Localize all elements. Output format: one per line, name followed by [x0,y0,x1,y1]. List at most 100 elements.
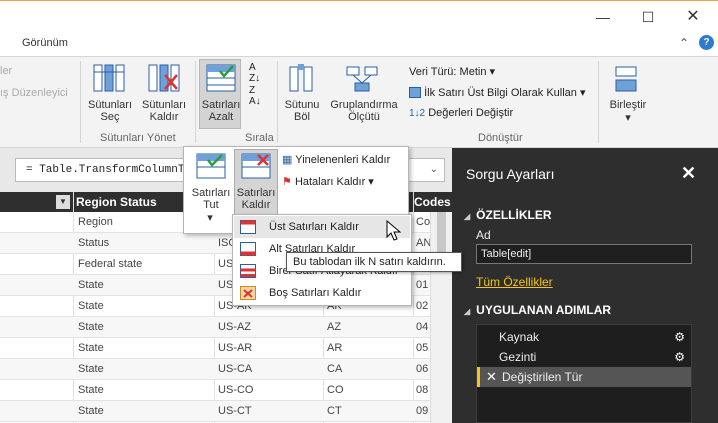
table-cell: 01 [416,279,429,291]
collapse-triangle-icon: ◢ [464,212,471,221]
replace-values-icon: 1↓2 [409,108,426,119]
remove-rows-label: Satırları Kaldır [236,187,276,211]
maximize-icon[interactable]: ☐ [633,7,663,27]
group-by-button[interactable]: Gruplandırma Ölçütü [328,99,400,123]
table-cell: AN [416,237,432,249]
remove-columns-icon [148,64,180,92]
menu-item-label: Boş Satırları Kaldır [269,287,362,299]
table-cell: US [218,258,234,270]
all-properties-link[interactable]: Tüm Özellikler [476,275,553,289]
table-cell: 02 [416,300,429,312]
vertical-scrollbar[interactable] [430,212,452,423]
table-row[interactable]: State US-AZ AZ 04 [0,317,430,338]
help-icon[interactable]: ? [699,35,714,50]
choose-columns-button[interactable]: Sütunları Seç [84,99,136,123]
keep-rows-icon [196,153,226,179]
table-cell: AZ [327,321,342,333]
sort-descending-icon[interactable]: Z A↓ [249,85,261,107]
remove-errors-label: Hataları Kaldır [294,176,366,188]
tooltip: Bu tablodan ilk N satırı kaldırın. [286,252,462,272]
split-column-icon [289,64,313,92]
table-cell: US-AR [218,342,253,354]
use-first-row-label: İlk Satırı Üst Bilgi Olarak Kullan [424,87,577,99]
close-icon[interactable]: ✕ [681,163,696,184]
gear-icon[interactable]: ⚙ [674,327,685,347]
remove-rows-icon [241,153,271,179]
step-label: Değiştirilen Tür [502,370,583,384]
table-row[interactable]: State US-CA CA 06 [0,359,430,380]
keep-rows-button[interactable]: Satırları Tut [188,187,234,211]
query-name-input[interactable]: Table[edit] [476,244,692,264]
table-row[interactable]: State US-AR AR 05 [0,338,430,359]
close-icon[interactable]: ✕ [678,7,708,27]
tab-view[interactable]: Görünüm [22,37,68,49]
remove-duplicates-button[interactable]: ▦ Yinelenenleri Kaldır [282,153,390,166]
remove-errors-button[interactable]: ⚑ Hataları Kaldır ▾ [282,175,374,188]
table-cell: State [78,405,104,417]
ribbon-partial-top[interactable]: ler [0,65,12,77]
errors-icon: ⚑ [282,176,292,188]
chevron-up-icon[interactable]: ⌃ [679,36,689,50]
use-first-row-button[interactable]: İlk Satırı Üst Bilgi Olarak Kullan ▾ [409,86,585,99]
remove-duplicates-label: Yinelenenleri Kaldır [295,154,391,166]
table-cell: State [78,363,104,375]
applied-steps-section[interactable]: ◢ UYGULANAN ADIMLAR [464,303,611,317]
filter-dropdown-icon[interactable]: ▼ [56,195,70,209]
menu-item-label: Üst Satırları Kaldır [269,221,359,233]
split-column-button[interactable]: Sütunu Böl [281,99,323,123]
step-changed-type[interactable]: ✕ Değiştirilen Tür [477,367,691,387]
menu-item-remove-blank-rows[interactable]: Boş Satırları Kaldır [234,282,410,304]
remove-columns-button[interactable]: Sütunları Kaldır [138,99,190,123]
transform-group-label: Dönüştür [478,132,523,144]
sort-ascending-icon[interactable]: A Z↓ [249,62,260,84]
ribbon: ler ış Düzenleyici Sütunları Seç Sütunla… [0,56,718,148]
mouse-cursor-icon [386,220,402,241]
data-type-dropdown[interactable]: Veri Türü: Metin ▾ [409,65,495,78]
table-cell: 09 [416,405,429,417]
replace-values-button[interactable]: 1↓2 Değerleri Değiştir [409,107,513,119]
combine-icon [615,66,637,92]
ribbon-partial-bottom[interactable]: ış Düzenleyici [0,87,68,99]
reduce-rows-icon [206,64,236,92]
table-row[interactable]: State US-CO CO 08 [0,380,430,401]
properties-section[interactable]: ◢ ÖZELLİKLER [464,208,551,222]
combine-button[interactable]: Birleştir [604,99,652,111]
menu-item-remove-top-rows[interactable]: Üst Satırları Kaldır [234,216,410,238]
table-cell: US-CO [218,384,254,396]
step-label: Gezinti [499,350,537,364]
table-cell: Region [78,216,113,228]
minimize-icon[interactable]: — [588,7,618,27]
table-cell: US-AZ [218,321,251,333]
table-cell: State [78,279,104,291]
reduce-rows-label: Satırları Azalt [201,99,241,123]
column-header-codes[interactable]: Codes [414,192,452,212]
step-label: Kaynak [499,330,540,344]
table-cell: Federal state [78,258,143,270]
gear-icon[interactable]: ⚙ [674,347,685,367]
table-cell: CO [327,384,344,396]
chevron-down-icon[interactable]: ⌄ [430,159,438,181]
table-row[interactable]: State US-CT CT 09 [0,401,430,422]
delete-step-icon[interactable]: ✕ [486,367,497,387]
name-label: Ad [476,228,491,242]
table-cell: Status [78,237,110,249]
collapse-triangle-icon: ◢ [464,307,471,316]
table-cell: CA [327,363,343,375]
remove-columns-label: Sütunları Kaldır [141,99,187,123]
table-cell: AR [327,342,343,354]
replace-values-label: Değerleri Değiştir [428,107,514,119]
applied-steps-list: Kaynak ⚙ Gezinti ⚙ ✕ Değiştirilen Tür [476,324,692,423]
sort-group-label: Sırala [245,132,274,144]
first-row-icon [409,87,421,98]
query-settings-pane: Sorgu Ayarları ✕ ◢ ÖZELLİKLER Ad Table[ed… [452,148,718,423]
ribbon-separator [598,61,599,143]
data-type-label: Veri Türü: Metin [409,66,487,78]
table-cell: 05 [416,342,429,354]
step-navigation[interactable]: Gezinti ⚙ [477,347,691,367]
table-cell: State [78,321,104,333]
table-cell: 04 [416,321,429,333]
manage-columns-group-label: Sütunları Yönet [100,132,176,144]
menu-row: Görünüm ⌃ [0,32,718,56]
step-source[interactable]: Kaynak ⚙ [477,327,691,347]
table-cell: US-CT [218,405,252,417]
